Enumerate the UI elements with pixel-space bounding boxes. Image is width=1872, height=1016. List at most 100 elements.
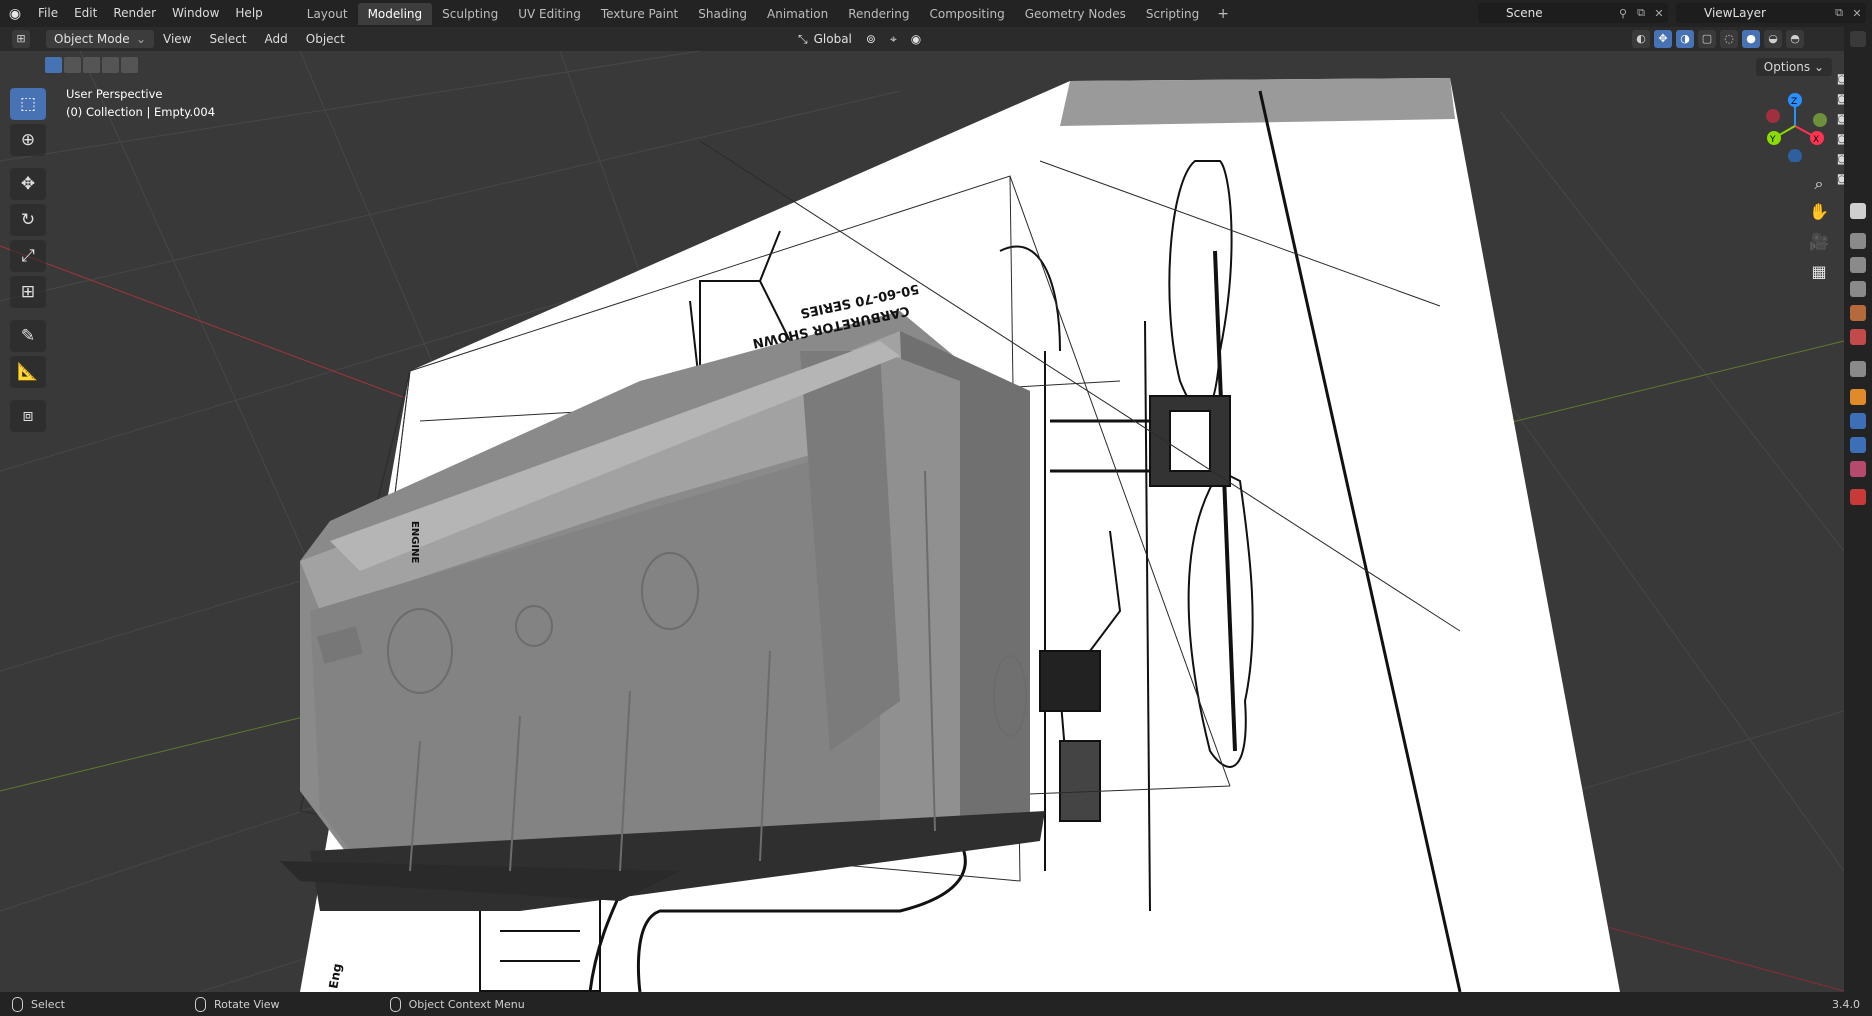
menu-help[interactable]: Help xyxy=(227,0,270,27)
top-bar: ◉ File Edit Render Window Help Layout Mo… xyxy=(0,0,1872,27)
editor-type-icon[interactable]: ⊞ xyxy=(12,30,30,48)
menu-view[interactable]: View xyxy=(154,32,200,46)
menu-render[interactable]: Render xyxy=(105,0,164,27)
data-properties-icon[interactable] xyxy=(1850,461,1866,477)
gizmo-z-label: Z xyxy=(1791,97,1797,107)
tab-scripting[interactable]: Scripting xyxy=(1136,3,1209,25)
viewport-display-tools: ◐ ✥ ◑ ▢ ◌ ● ◒ ◓ xyxy=(1632,30,1804,48)
perspective-toggle-icon[interactable]: ▦ xyxy=(1805,260,1833,284)
annotate-tool-icon[interactable]: ✎ xyxy=(10,320,46,352)
view-layer-name[interactable]: ViewLayer xyxy=(1704,6,1830,20)
gizmo-x-label: X xyxy=(1813,135,1819,145)
scene-selector[interactable]: Scene ⚲ ⧉ ✕ xyxy=(1478,3,1668,23)
select-box-tool-icon[interactable]: ⬚ xyxy=(10,88,46,120)
mouse-left-icon xyxy=(12,996,23,1012)
cursor-tool-icon[interactable]: ⊕ xyxy=(10,124,46,156)
zoom-icon[interactable]: ⌕ xyxy=(1805,172,1833,196)
select-intersect-icon[interactable] xyxy=(121,57,138,73)
gizmo-neg-z[interactable] xyxy=(1788,149,1802,162)
tab-modeling[interactable]: Modeling xyxy=(357,2,433,25)
workspace-tabs: Layout Modeling Sculpting UV Editing Tex… xyxy=(297,2,1237,25)
sidebar-toggle-icon[interactable] xyxy=(1850,31,1866,47)
blender-logo-icon[interactable]: ◉ xyxy=(0,6,30,22)
menu-select[interactable]: Select xyxy=(200,32,255,46)
transform-tool-icon[interactable]: ⊞ xyxy=(10,276,46,308)
options-dropdown[interactable]: Options ⌄ xyxy=(1755,58,1832,76)
constraints-properties-icon[interactable] xyxy=(1850,437,1866,453)
wireframe-shading-icon[interactable]: ◌ xyxy=(1720,30,1738,48)
pivot-icon[interactable]: ⊚ xyxy=(866,32,876,46)
close-icon[interactable]: ✕ xyxy=(1650,7,1668,20)
object-properties-icon[interactable] xyxy=(1850,389,1866,405)
tab-sculpting[interactable]: Sculpting xyxy=(432,3,508,25)
status-bar: Select Rotate View Object Context Menu 3… xyxy=(0,992,1872,1016)
pin-icon[interactable]: ⚲ xyxy=(1614,7,1632,20)
overlay-toggle-icon[interactable]: ◑ xyxy=(1676,30,1694,48)
gizmo-neg-x[interactable] xyxy=(1766,109,1780,123)
solid-shading-icon[interactable]: ● xyxy=(1742,30,1760,48)
tool-properties-icon[interactable] xyxy=(1850,203,1866,219)
gizmo-y-label: Y xyxy=(1769,135,1776,145)
blueprint-plane-top-edge xyxy=(1060,78,1455,126)
world-properties-icon[interactable] xyxy=(1850,329,1866,345)
blueprint-label-engine: ENGINE xyxy=(409,521,420,563)
orientation-label: Global xyxy=(813,32,852,46)
select-subtract-icon[interactable] xyxy=(83,57,100,73)
camera-view-icon[interactable]: 🎥 xyxy=(1805,230,1833,254)
render-properties-icon[interactable] xyxy=(1850,233,1866,249)
pan-hand-icon[interactable]: ✋ xyxy=(1805,200,1833,224)
close-icon[interactable]: ✕ xyxy=(1848,7,1866,20)
visibility-icon[interactable]: ◐ xyxy=(1632,30,1650,48)
tab-layout[interactable]: Layout xyxy=(297,3,358,25)
scene-properties-icon[interactable] xyxy=(1850,305,1866,321)
view-layer-selector[interactable]: ViewLayer ⧉ ✕ xyxy=(1676,3,1866,23)
collection-properties-icon[interactable] xyxy=(1850,361,1866,377)
select-new-icon[interactable] xyxy=(45,57,62,73)
view-layer-properties-icon[interactable] xyxy=(1850,281,1866,297)
copy-icon[interactable]: ⧉ xyxy=(1830,6,1848,20)
status-rotate-label: Rotate View xyxy=(213,997,280,1011)
gizmo-toggle-icon[interactable]: ✥ xyxy=(1654,30,1672,48)
orientation-icon: ⤡ xyxy=(798,31,808,46)
orientation-select[interactable]: ⤡ Global ⊚ ⌖ ◉ xyxy=(798,30,921,48)
mode-select[interactable]: Object Mode ⌄ xyxy=(46,30,154,48)
add-workspace-button[interactable]: + xyxy=(1209,6,1237,22)
status-select-label: Select xyxy=(31,997,65,1011)
navigation-gizmo[interactable]: Z X Y xyxy=(1760,90,1830,162)
menu-window[interactable]: Window xyxy=(164,0,227,27)
move-tool-icon[interactable]: ✥ xyxy=(10,168,46,200)
mode-label: Object Mode xyxy=(54,32,130,46)
engine-block-mesh xyxy=(280,311,1045,911)
scale-tool-icon[interactable]: ⤢ xyxy=(10,240,46,272)
measure-tool-icon[interactable]: 📐 xyxy=(10,356,46,388)
tab-compositing[interactable]: Compositing xyxy=(919,3,1014,25)
rotate-tool-icon[interactable]: ↻ xyxy=(10,204,46,236)
xray-toggle-icon[interactable]: ▢ xyxy=(1698,30,1716,48)
snap-icon[interactable]: ⌖ xyxy=(890,32,897,47)
add-cube-tool-icon[interactable]: ⧈ xyxy=(10,400,46,432)
tab-texture-paint[interactable]: Texture Paint xyxy=(591,3,688,25)
copy-icon[interactable]: ⧉ xyxy=(1632,6,1650,20)
scene-name[interactable]: Scene xyxy=(1506,6,1614,20)
status-select: Select xyxy=(12,996,65,1012)
3d-viewport[interactable]: 50-60-70 SERIES CARBURETOR SHOWN ENGINE … xyxy=(0,51,1844,992)
rendered-shading-icon[interactable]: ◓ xyxy=(1786,30,1804,48)
tab-geometry-nodes[interactable]: Geometry Nodes xyxy=(1015,3,1136,25)
proportional-edit-icon[interactable]: ◉ xyxy=(911,32,921,46)
menu-object[interactable]: Object xyxy=(297,32,354,46)
tab-rendering[interactable]: Rendering xyxy=(838,3,919,25)
select-invert-icon[interactable] xyxy=(102,57,119,73)
tab-shading[interactable]: Shading xyxy=(688,3,757,25)
tab-uv-editing[interactable]: UV Editing xyxy=(508,3,591,25)
output-properties-icon[interactable] xyxy=(1850,257,1866,273)
material-shading-icon[interactable]: ◒ xyxy=(1764,30,1782,48)
gizmo-neg-y[interactable] xyxy=(1813,113,1827,127)
menu-edit[interactable]: Edit xyxy=(66,0,105,27)
physics-properties-icon[interactable] xyxy=(1850,413,1866,429)
menu-file[interactable]: File xyxy=(30,0,66,27)
menu-add[interactable]: Add xyxy=(256,32,297,46)
select-extend-icon[interactable] xyxy=(64,57,81,73)
tab-animation[interactable]: Animation xyxy=(757,3,838,25)
texture-properties-icon[interactable] xyxy=(1850,489,1866,505)
chevron-down-icon: ⌄ xyxy=(135,32,146,46)
